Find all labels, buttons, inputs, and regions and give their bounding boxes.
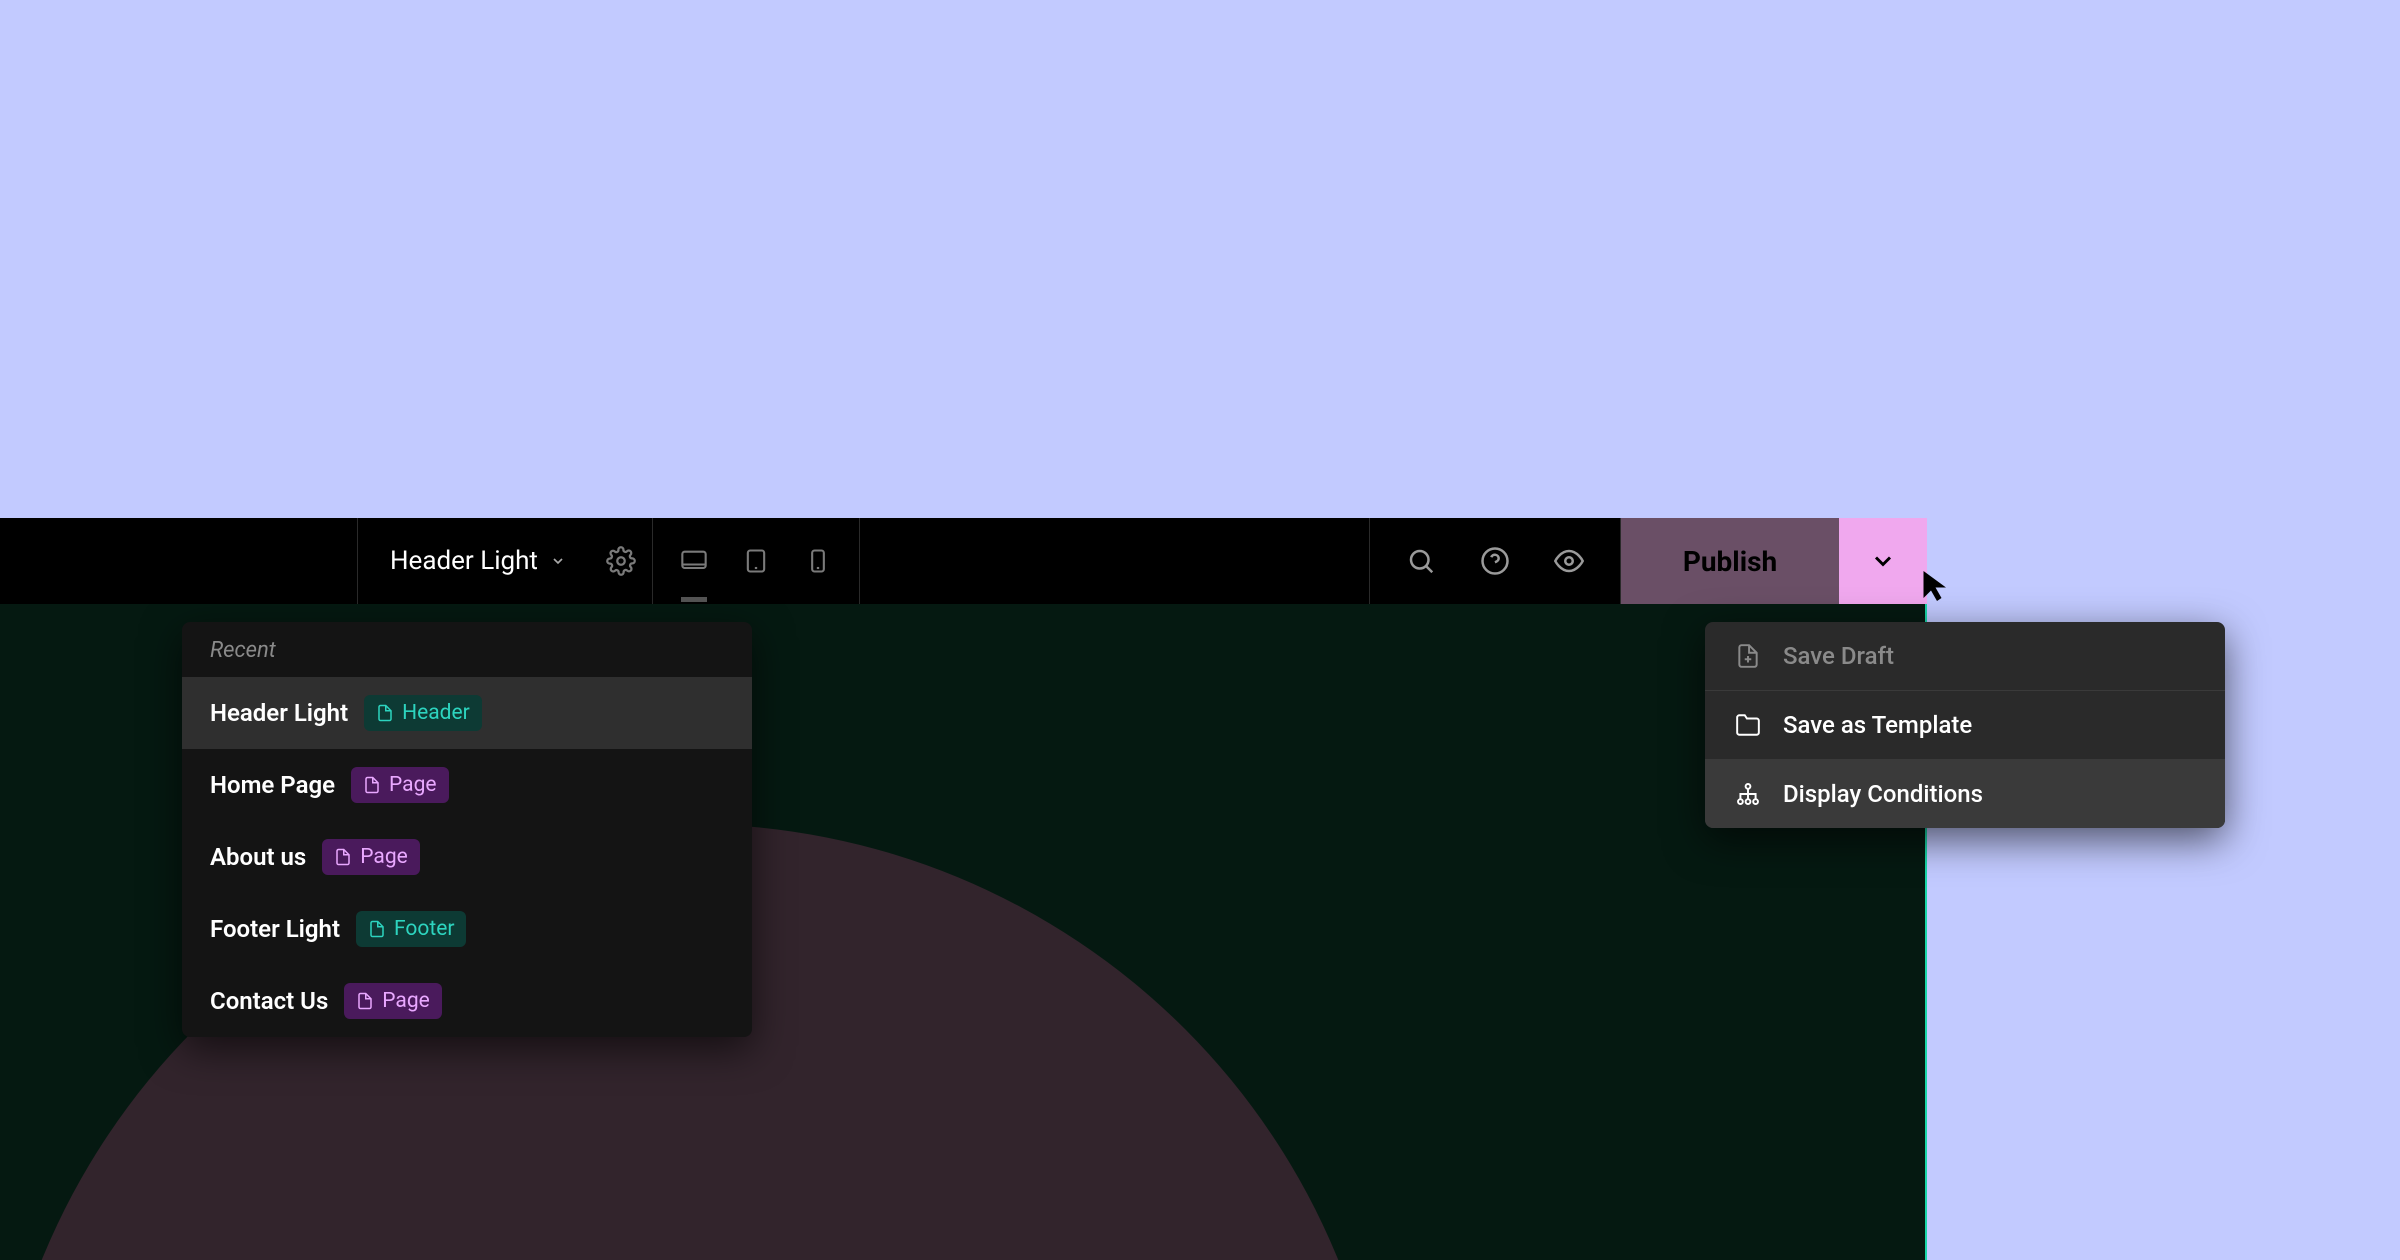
eye-icon <box>1554 546 1584 576</box>
page-settings-button[interactable] <box>590 518 652 604</box>
preview-button[interactable] <box>1532 518 1606 604</box>
tablet-view-button[interactable] <box>725 518 787 604</box>
toolbar-right-icons <box>1370 518 1621 604</box>
recent-heading: Recent <box>182 622 752 677</box>
help-button[interactable] <box>1458 518 1532 604</box>
publish-label: Publish <box>1683 545 1777 578</box>
sitemap-icon <box>1735 781 1761 807</box>
file-icon <box>368 920 386 938</box>
recent-item-badge: Page <box>344 983 442 1019</box>
search-icon <box>1406 546 1436 576</box>
recent-item-badge: Page <box>322 839 420 875</box>
file-icon <box>334 848 352 866</box>
publish-menu-label: Display Conditions <box>1783 780 1983 808</box>
publish-options-dropdown: Save Draft Save as Template Display Condit… <box>1705 622 2225 828</box>
publish-button[interactable]: Publish <box>1621 518 1839 604</box>
recent-pages-dropdown: Recent Header LightHeaderHome PagePageAb… <box>182 622 752 1037</box>
page-selector-section: Header Light <box>358 518 653 604</box>
recent-item[interactable]: Header Light Header <box>182 677 752 749</box>
badge-label: Page <box>360 845 408 869</box>
chevron-down-icon <box>1869 547 1897 575</box>
current-page-label: Header Light <box>390 546 538 576</box>
publish-options-button[interactable] <box>1839 518 1927 604</box>
toolbar-spacer <box>860 518 1370 604</box>
recent-item-badge: Footer <box>356 911 466 947</box>
page-selector-dropdown[interactable]: Header Light <box>358 518 590 604</box>
recent-item-label: Header Light <box>210 699 348 727</box>
desktop-view-button[interactable] <box>663 518 725 604</box>
mobile-view-button[interactable] <box>787 518 849 604</box>
device-switcher <box>653 518 860 604</box>
file-icon <box>376 704 394 722</box>
recent-item-badge: Header <box>364 695 482 731</box>
file-icon <box>356 992 374 1010</box>
file-plus-icon <box>1735 643 1761 669</box>
publish-menu-item: Save Draft <box>1705 622 2225 691</box>
recent-item[interactable]: About us Page <box>182 821 752 893</box>
publish-menu-item[interactable]: Save as Template <box>1705 691 2225 760</box>
top-toolbar: Header Light <box>0 518 1927 604</box>
publish-menu-label: Save as Template <box>1783 711 1972 739</box>
mouse-cursor-icon <box>1919 568 1955 604</box>
recent-item-label: Contact Us <box>210 987 328 1015</box>
editor-window: Header Light <box>0 518 1927 1260</box>
toolbar-left-spacer <box>0 518 358 604</box>
recent-item-label: Home Page <box>210 771 335 799</box>
badge-label: Page <box>382 989 430 1013</box>
desktop-icon <box>680 547 708 575</box>
gear-icon <box>606 546 636 576</box>
publish-menu-label: Save Draft <box>1783 642 1894 670</box>
tablet-icon <box>742 547 770 575</box>
recent-item[interactable]: Home Page Page <box>182 749 752 821</box>
recent-item-badge: Page <box>351 767 449 803</box>
recent-item[interactable]: Footer Light Footer <box>182 893 752 965</box>
recent-item[interactable]: Contact Us Page <box>182 965 752 1037</box>
help-icon <box>1480 546 1510 576</box>
recent-item-label: About us <box>210 843 306 871</box>
badge-label: Header <box>402 701 470 725</box>
badge-label: Page <box>389 773 437 797</box>
badge-label: Footer <box>394 917 454 941</box>
file-icon <box>363 776 381 794</box>
chevron-down-icon <box>550 553 566 569</box>
search-button[interactable] <box>1384 518 1458 604</box>
publish-menu-item[interactable]: Display Conditions <box>1705 760 2225 828</box>
recent-item-label: Footer Light <box>210 915 340 943</box>
folder-icon <box>1735 712 1761 738</box>
mobile-icon <box>804 547 832 575</box>
